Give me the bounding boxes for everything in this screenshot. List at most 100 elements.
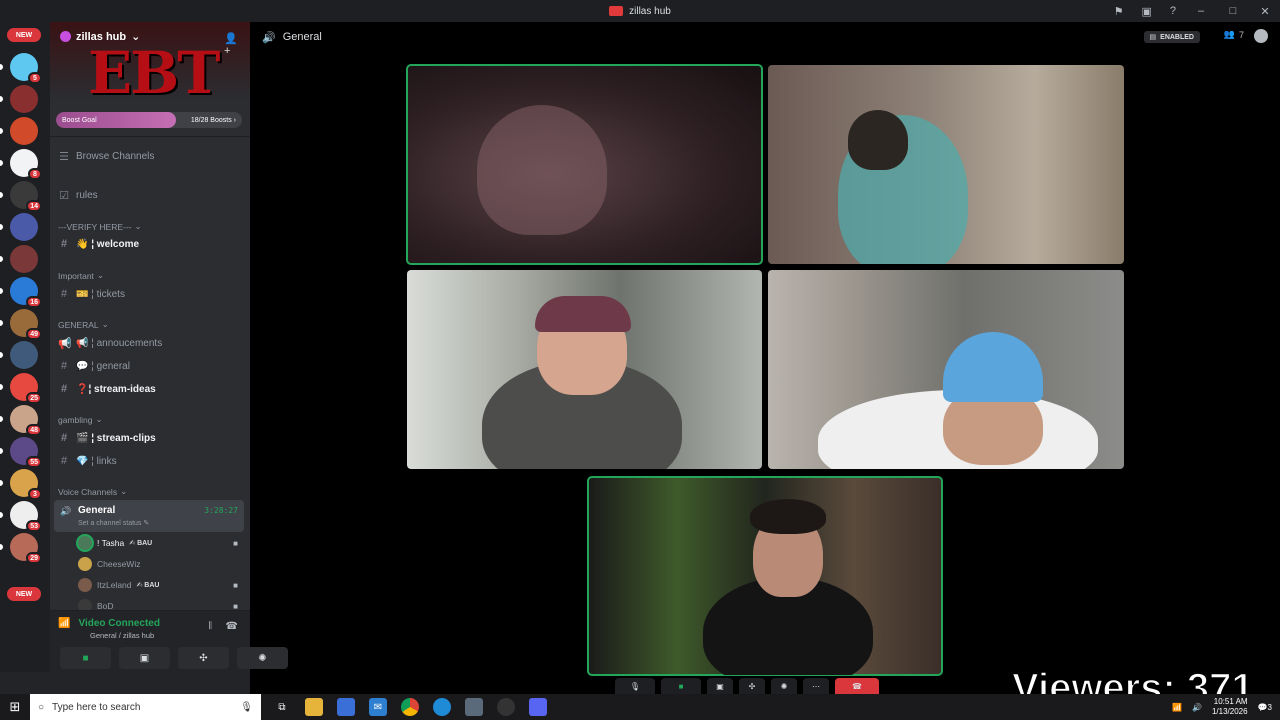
activities-button[interactable]: ✣ [178,647,229,669]
inbox-icon[interactable]: ⚑ [1114,5,1124,18]
notification-icon[interactable]: 💬3 [1258,703,1272,712]
channel-links[interactable]: # 💎 ¦ links [58,451,244,471]
chat-icon[interactable] [1254,29,1268,43]
category-gambling[interactable]: gambling ⌄ [58,414,103,425]
soundboard-button-stage[interactable]: ✺ [771,678,797,694]
category-voice-label: Voice Channels [58,486,118,497]
taskbar-search[interactable]: ○ Type here to search 🎙 [30,694,261,720]
video-tile-2[interactable] [768,65,1124,264]
hash-icon: # [60,360,68,372]
share-screen-button[interactable]: ▣ [707,678,733,694]
category-voice[interactable]: Voice Channels ⌄ [58,486,127,497]
server-icon[interactable] [10,117,38,145]
volume-icon[interactable]: 🔊 [1192,703,1202,712]
voice-status[interactable]: 📶 Video Connected [58,618,160,629]
app-icon[interactable] [465,698,483,716]
mail-icon[interactable]: ✉ [369,698,387,716]
voice-channel-status[interactable]: Set a channel status ✎ [78,519,149,527]
help-icon[interactable]: ? [1170,5,1176,17]
server-banner-logo: EBT [88,39,220,107]
channel-tickets[interactable]: # 🎫 ¦ tickets [58,284,244,304]
server-icon[interactable]: 29 [10,533,42,564]
soundboard-button[interactable]: ✺ [237,647,288,669]
disconnect-button[interactable]: ☎ [835,678,879,694]
channel-rules[interactable]: ☑ rules [58,185,244,205]
boost-goal-bar[interactable]: Boost Goal 18/28 Boosts › [56,112,242,128]
voice-user[interactable]: ItzLeland ✍ BAU ■ [78,576,244,594]
add-user-icon[interactable]: 👤+ [224,32,238,57]
server-icon[interactable]: 55 [10,437,42,468]
noise-suppression-icon[interactable]: 𝄃 [209,621,211,632]
voice-user-name: ! Tasha [97,538,125,548]
channel-tickets-label: 🎫 ¦ tickets [76,288,125,300]
server-icon[interactable]: 48 [10,405,42,436]
browse-channels[interactable]: ☰ Browse Channels [58,146,244,166]
camera-button[interactable]: ■ [60,647,111,669]
camera-toggle-button[interactable]: ■ [661,678,701,694]
server-icon[interactable] [10,85,38,113]
task-view-icon[interactable]: ⧉ [273,698,291,716]
network-icon[interactable]: 📶 [1172,703,1182,712]
channel-annoucements[interactable]: 📢 📢 ¦ annoucements [58,333,244,353]
camera-icon: ■ [678,681,684,691]
server-icon[interactable] [10,213,38,241]
enabled-label: ENABLED [1160,33,1194,41]
screen-share-button[interactable]: ▣ [119,647,170,669]
server-icon[interactable] [10,341,38,369]
microphone-icon: 🎙 [240,701,253,713]
enabled-badge[interactable]: ▤ ENABLED [1143,31,1200,43]
video-tile-5[interactable] [587,476,943,676]
server-icon[interactable]: 8 [10,149,42,180]
edge-icon[interactable] [433,698,451,716]
video-tile-4[interactable] [768,270,1124,469]
channel-stream-clips-label: 🎬 ¦ stream-clips [76,432,156,444]
server-icon[interactable]: 49 [10,309,42,340]
new-pill-top[interactable]: NEW [7,28,41,42]
voice-status-label: Video Connected [78,618,160,629]
channel-general[interactable]: # 💬 ¦ general [58,356,244,376]
server-icon[interactable]: 25 [10,373,42,404]
file-explorer-icon[interactable] [305,698,323,716]
activity-button[interactable]: ✣ [739,678,765,694]
mute-button[interactable]: 🎙 [615,678,655,694]
close-button[interactable]: ✕ [1258,5,1272,18]
server-icon[interactable]: 16 [10,277,42,308]
taskbar: ⊞ ○ Type here to search 🎙 ⧉ ✉ 📶 🔊 10:51 … [0,694,1280,720]
taskbar-clock[interactable]: 10:51 AM 1/13/2026 [1212,697,1248,717]
category-verify[interactable]: ---VERIFY HERE--- ⌄ [58,221,142,232]
server-name-header[interactable]: zillas hub ⌄ [60,30,140,43]
discord-icon[interactable] [529,698,547,716]
screen-icon[interactable]: ▣ [1141,5,1151,18]
server-icon[interactable]: 5 [10,53,42,84]
chrome-icon[interactable] [401,698,419,716]
maximize-button[interactable]: □ [1226,5,1240,17]
server-icon[interactable]: 3 [10,469,42,500]
voice-user[interactable]: CheeseWiz [78,555,244,573]
boost-goal-label: Boost Goal [62,116,97,124]
video-tile-3[interactable] [407,270,762,469]
channel-links-label: 💎 ¦ links [76,455,117,467]
voice-channel-general[interactable]: 🔊 General Set a channel status ✎ 3:28:27 [54,500,244,532]
window-title: zillas hub [609,6,671,17]
store-icon[interactable] [337,698,355,716]
server-icon[interactable]: 14 [10,181,42,212]
channel-welcome[interactable]: # 👋 ¦ welcome [58,234,244,254]
more-button[interactable]: ⋯ [803,678,829,694]
unread-indicator [0,160,3,166]
minimize-button[interactable]: – [1194,5,1208,17]
channel-stream-ideas[interactable]: # ❓¦ stream-ideas [58,379,244,399]
unread-indicator [0,96,3,102]
category-general[interactable]: GENERAL ⌄ [58,319,109,330]
category-important[interactable]: Important ⌄ [58,270,104,281]
video-tile-1[interactable] [406,64,763,265]
obs-icon[interactable] [497,698,515,716]
new-pill-bottom[interactable]: NEW [7,587,41,601]
windows-start-button[interactable]: ⊞ [0,694,30,720]
member-count[interactable]: 👥 7 [1224,29,1244,40]
channel-stream-clips[interactable]: # 🎬 ¦ stream-clips [58,428,244,448]
unread-indicator [0,512,3,518]
disconnect-icon[interactable]: ☎ [226,621,238,632]
server-icon[interactable] [10,245,38,273]
server-icon[interactable]: 53 [10,501,42,532]
voice-user[interactable]: ! Tasha ✍ BAU ■ [78,534,244,552]
